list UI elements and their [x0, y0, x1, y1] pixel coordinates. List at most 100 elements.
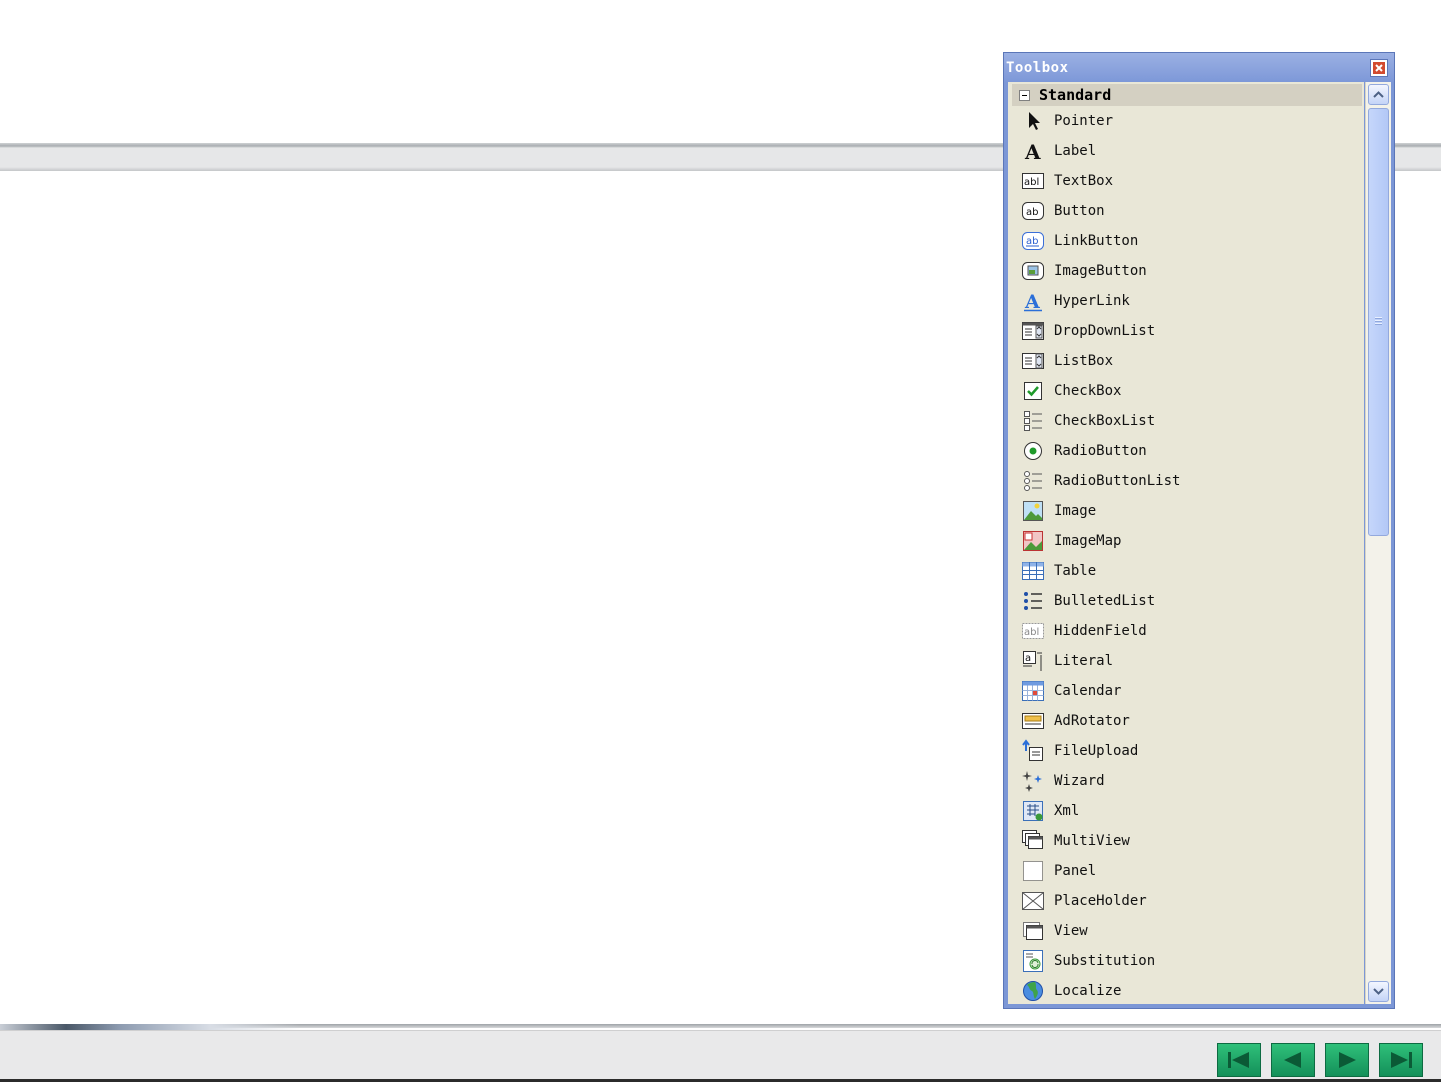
toolbox-item-dropdownlist[interactable]: DropDownList [1008, 316, 1364, 346]
close-button[interactable] [1370, 59, 1388, 77]
toolbox-item-adrotator[interactable]: AdRotator [1008, 706, 1364, 736]
scroll-down-button[interactable] [1368, 981, 1389, 1002]
xml-icon [1021, 799, 1045, 823]
svg-text:A: A [1024, 291, 1040, 313]
toolbox-item-label: Calendar [1054, 683, 1122, 699]
literal-icon: a [1021, 649, 1045, 673]
toolbox-items: Pointer A Label abl TextBox ab Button ab LinkBut… [1008, 106, 1364, 1004]
wizard-icon [1021, 769, 1045, 793]
toolbox-item-label: Image [1054, 503, 1097, 519]
svg-text:ab: ab [1026, 236, 1038, 247]
triangle-right-icon [1339, 1052, 1356, 1068]
linkbutton-icon: ab [1021, 229, 1045, 253]
svg-text:A: A [1024, 140, 1041, 163]
svg-text:ab: ab [1026, 207, 1038, 218]
svg-text:abl: abl [1024, 177, 1039, 188]
last-slide-button[interactable] [1379, 1043, 1423, 1077]
toolbox-item-label: Xml [1054, 803, 1080, 819]
button-icon: ab [1021, 199, 1045, 223]
toolbox-item-panel[interactable]: Panel [1008, 856, 1364, 886]
label-icon: A [1021, 139, 1045, 163]
collapse-icon[interactable] [1019, 89, 1030, 101]
slide-navigation [1217, 1043, 1423, 1079]
toolbox-item-radiobutton[interactable]: RadioButton [1008, 436, 1364, 466]
previous-slide-button[interactable] [1271, 1043, 1315, 1077]
toolbox-item-xml[interactable]: Xml [1008, 796, 1364, 826]
toolbox-item-bulletedlist[interactable]: BulletedList [1008, 586, 1364, 616]
toolbox-item-imagemap[interactable]: ImageMap [1008, 526, 1364, 556]
imagemap-icon [1021, 529, 1045, 553]
dropdownlist-icon [1021, 319, 1045, 343]
toolbox-item-label: Literal [1054, 653, 1114, 669]
toolbox-item-label: PlaceHolder [1054, 893, 1147, 909]
toolbox-item-fileupload[interactable]: FileUpload [1008, 736, 1364, 766]
toolbox-item-label: CheckBox [1054, 383, 1122, 399]
toolbox-item-placeholder[interactable]: PlaceHolder [1008, 886, 1364, 916]
panel-icon [1021, 859, 1045, 883]
toolbox-item-image[interactable]: Image [1008, 496, 1364, 526]
toolbox-item-textbox[interactable]: abl TextBox [1008, 166, 1364, 196]
fileupload-icon [1021, 739, 1045, 763]
toolbox-item-localize[interactable]: Localize [1008, 976, 1364, 1004]
toolbox-item-label: TextBox [1054, 173, 1114, 189]
textbox-icon: abl [1021, 169, 1045, 193]
adrotator-icon [1021, 709, 1045, 733]
scroll-up-button[interactable] [1368, 84, 1389, 105]
placeholder-icon [1021, 889, 1045, 913]
toolbox-item-substitution[interactable]: Substitution [1008, 946, 1364, 976]
chevron-up-icon [1373, 91, 1384, 98]
toolbox-item-hiddenfield[interactable]: abl HiddenField [1008, 616, 1364, 646]
radiobuttonlist-icon [1021, 469, 1045, 493]
toolbox-item-pointer[interactable]: Pointer [1008, 106, 1364, 136]
toolbox-item-label: Panel [1054, 863, 1097, 879]
toolbox-item-label: AdRotator [1054, 713, 1130, 729]
close-icon [1373, 62, 1385, 74]
category-label: Standard [1039, 86, 1112, 104]
toolbox-item-literal[interactable]: a Literal [1008, 646, 1364, 676]
toolbox-item-label: ListBox [1054, 353, 1114, 369]
toolbox-item-label: RadioButtonList [1054, 473, 1181, 489]
substitution-icon [1021, 949, 1045, 973]
toolbox-item-label: HiddenField [1054, 623, 1147, 639]
toolbox-item-radiobuttonlist[interactable]: RadioButtonList [1008, 466, 1364, 496]
toolbox-item-label: View [1054, 923, 1088, 939]
hyperlink-icon: A [1021, 289, 1045, 313]
toolbox-title: Toolbox [1006, 60, 1069, 76]
toolbox-item-linkbutton[interactable]: ab LinkButton [1008, 226, 1364, 256]
toolbox-item-checkbox[interactable]: CheckBox [1008, 376, 1364, 406]
grip-icon [1375, 317, 1382, 326]
toolbox-item-imagebutton[interactable]: ImageButton [1008, 256, 1364, 286]
imagebutton-icon [1021, 259, 1045, 283]
toolbox-item-view[interactable]: View [1008, 916, 1364, 946]
toolbox-item-calendar[interactable]: Calendar [1008, 676, 1364, 706]
scrollbar-thumb[interactable] [1368, 108, 1389, 536]
toolbox-item-multiview[interactable]: MultiView [1008, 826, 1364, 856]
skip-forward-icon [1391, 1052, 1412, 1068]
toolbox-item-label: FileUpload [1054, 743, 1139, 759]
toolbox-item-label[interactable]: A Label [1008, 136, 1364, 166]
skip-back-icon [1228, 1052, 1249, 1068]
checkboxlist-icon [1021, 409, 1045, 433]
svg-text:a: a [1025, 653, 1031, 664]
toolbox-item-checkboxlist[interactable]: CheckBoxList [1008, 406, 1364, 436]
toolbox-titlebar[interactable]: Toolbox [1004, 53, 1394, 82]
hiddenfield-icon: abl [1021, 619, 1045, 643]
toolbox-item-label: LinkButton [1054, 233, 1139, 249]
toolbox-item-label: Pointer [1054, 113, 1114, 129]
toolbox-item-wizard[interactable]: Wizard [1008, 766, 1364, 796]
view-icon [1021, 919, 1045, 943]
toolbox-item-hyperlink[interactable]: A HyperLink [1008, 286, 1364, 316]
first-slide-button[interactable] [1217, 1043, 1261, 1077]
checkbox-icon [1021, 379, 1045, 403]
toolbox-item-label: HyperLink [1054, 293, 1130, 309]
category-header-standard[interactable]: Standard [1012, 84, 1362, 106]
toolbox-item-label: MultiView [1054, 833, 1130, 849]
toolbox-item-label: BulletedList [1054, 593, 1156, 609]
toolbox-item-table[interactable]: Table [1008, 556, 1364, 586]
next-slide-button[interactable] [1325, 1043, 1369, 1077]
calendar-icon [1021, 679, 1045, 703]
vertical-scrollbar[interactable] [1365, 82, 1391, 1004]
toolbox-item-button[interactable]: ab Button [1008, 196, 1364, 226]
toolbox-item-listbox[interactable]: ListBox [1008, 346, 1364, 376]
localize-icon [1021, 979, 1045, 1003]
